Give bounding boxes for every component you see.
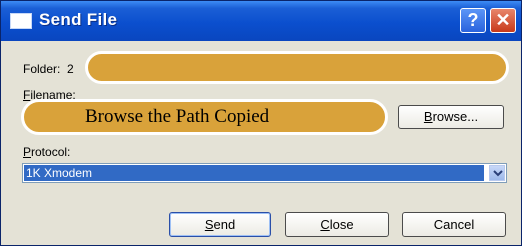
dropdown-button[interactable]	[489, 165, 505, 181]
folder-value: 2	[67, 62, 74, 76]
filename-annotation: Browse the Path Copied	[85, 106, 270, 127]
send-file-dialog: Send File ? ✕ Folder: 2 Filename: Browse…	[0, 0, 522, 246]
window-icon	[10, 13, 32, 29]
cancel-button[interactable]: Cancel	[402, 212, 506, 237]
send-button[interactable]: Send	[169, 212, 271, 237]
browse-button[interactable]: Browse...	[398, 105, 504, 129]
folder-path-highlight	[85, 51, 509, 84]
close-window-button[interactable]: ✕	[490, 8, 516, 33]
protocol-selected-value: 1K Xmodem	[24, 165, 484, 181]
help-icon: ?	[467, 10, 479, 30]
close-button[interactable]: Close	[285, 212, 389, 237]
window-title: Send File	[39, 10, 118, 29]
protocol-select[interactable]: 1K Xmodem	[22, 163, 507, 183]
close-icon: ✕	[495, 10, 511, 30]
chevron-down-icon	[493, 170, 503, 177]
folder-label: Folder:	[23, 62, 61, 76]
help-button[interactable]: ?	[460, 8, 486, 33]
title-bar[interactable]: Send File ? ✕	[1, 1, 521, 41]
protocol-label: Protocol:	[23, 145, 71, 159]
